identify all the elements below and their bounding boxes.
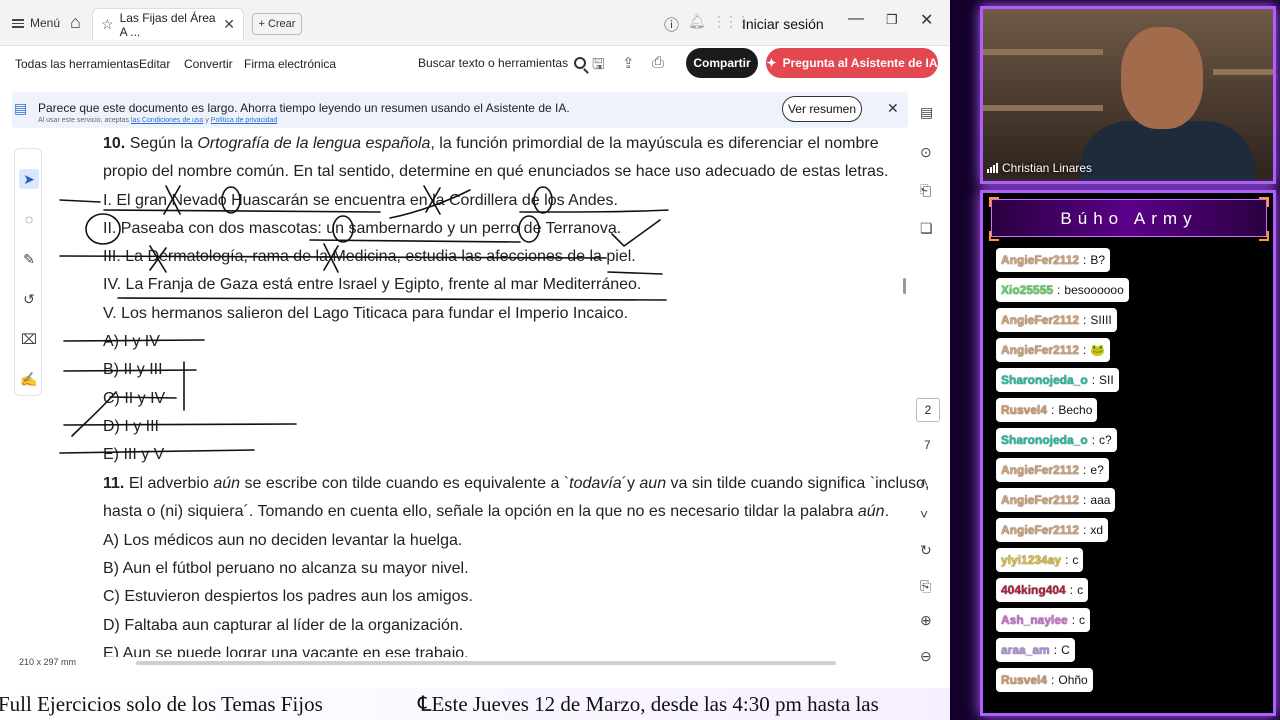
chat-separator: : [1065,553,1069,567]
chat-text: Ohño [1058,673,1088,687]
chat-username[interactable]: Sharonojeda_o [1001,373,1088,387]
horizontal-scrollbar[interactable] [136,661,836,665]
chat-text: SII [1099,373,1114,387]
chat-message: Rusvel4: Ohño [996,668,1093,692]
chat-message: AngieFer2112: B? [996,248,1111,272]
chat-message: AngieFer2112: e? [996,458,1109,482]
presenter-name-tag: Christian Linares [987,161,1092,175]
background-shelf [983,105,1103,111]
chat-separator: : [1083,253,1087,267]
chat-text: xd [1090,523,1104,537]
webcam-feed: Christian Linares [980,6,1276,184]
chat-title: Búho Army [991,199,1267,237]
chat-text: aaa [1090,493,1111,507]
title-corner-decoration [1259,231,1269,241]
chat-separator: : [1071,613,1076,627]
background-shelf [1213,69,1273,75]
chat-separator: : [1051,673,1055,687]
chat-separator: : [1083,463,1087,477]
page-dimensions: 210 x 297 mm [19,657,77,667]
chat-message: araa_am: C [996,638,1075,662]
presenter-name: Christian Linares [1002,161,1093,175]
chat-username[interactable]: AngieFer2112 [1001,463,1079,477]
chat-message: AngieFer2112: SIIII [996,308,1117,332]
chat-message: Sharonojeda_o: SII [996,368,1119,392]
chat-separator: : [1091,433,1096,447]
chat-username[interactable]: AngieFer2112 [1001,493,1079,507]
chat-text: c [1072,553,1079,567]
title-corner-decoration [989,231,999,241]
title-corner-decoration [989,197,999,207]
chat-separator: : [1083,493,1087,507]
chat-username[interactable]: araa_am [1001,643,1050,657]
chat-separator: : [1083,343,1087,357]
chat-message: Rusvel4: Becho [996,398,1098,422]
chat-message: Xio25555: besoooooo [996,278,1129,302]
chat-message: AngieFer2112: aaa [996,488,1116,512]
chat-text: 🐸 [1090,343,1106,357]
presenter-body [1079,121,1255,181]
ticker-right-text: ℄Este Jueves 12 de Marzo, desde las 4:30… [418,692,879,716]
chat-username[interactable]: Ash_naylee [1001,613,1068,627]
chat-message: Ash_naylee: c [996,608,1091,632]
chat-username[interactable]: AngieFer2112 [1001,523,1079,537]
chat-text: SIIII [1090,313,1112,327]
chat-text: c [1077,583,1084,597]
chat-username[interactable]: AngieFer2112 [1001,343,1079,357]
chat-text: e? [1090,463,1104,477]
chat-username[interactable]: ylyi1234ay [1001,553,1061,567]
presenter-head [1121,27,1203,129]
signal-bars-icon [987,163,998,173]
chat-text: C [1061,643,1070,657]
chat-message: ylyi1234ay: c [996,548,1084,572]
chat-text: c? [1099,433,1112,447]
ink-annotations [59,185,669,454]
title-corner-decoration [1259,197,1269,207]
chat-username[interactable]: Xio25555 [1001,283,1053,297]
chat-message: AngieFer2112: xd [996,518,1109,542]
chat-username[interactable]: AngieFer2112 [1001,253,1079,267]
chat-separator: : [1057,283,1061,297]
chat-message: 404king404: c [996,578,1089,602]
chat-text: besoooooo [1064,283,1124,297]
chat-username[interactable]: Rusvel4 [1001,673,1047,687]
chat-text: B? [1090,253,1106,267]
pdf-viewer-window: Menú ⌂ ☆ Las Fijas del Área A ... ✕ + Cr… [0,0,950,688]
chat-separator: : [1051,403,1055,417]
ticker-left-text: Full Ejercicios solo de los Temas Fijos [0,692,323,716]
stream-ticker: Full Ejercicios solo de los Temas Fijos … [0,688,950,720]
chat-separator: : [1069,583,1074,597]
background-shelf [983,49,1103,55]
chat-separator: : [1053,643,1058,657]
chat-username[interactable]: Sharonojeda_o [1001,433,1088,447]
chat-separator: : [1083,523,1087,537]
chat-text: c [1079,613,1086,627]
chat-separator: : [1091,373,1096,387]
chat-username[interactable]: Rusvel4 [1001,403,1047,417]
chat-message: AngieFer2112: 🐸 [996,338,1111,362]
chat-username[interactable]: AngieFer2112 [1001,313,1079,327]
live-chat-panel: Búho Army AngieFer2112: B? Xio25555: besooo… [980,190,1276,716]
chat-message: Sharonojeda_o: c? [996,428,1117,452]
chat-separator: : [1083,313,1087,327]
chat-text: Becho [1058,403,1093,417]
chat-username[interactable]: 404king404 [1001,583,1066,597]
